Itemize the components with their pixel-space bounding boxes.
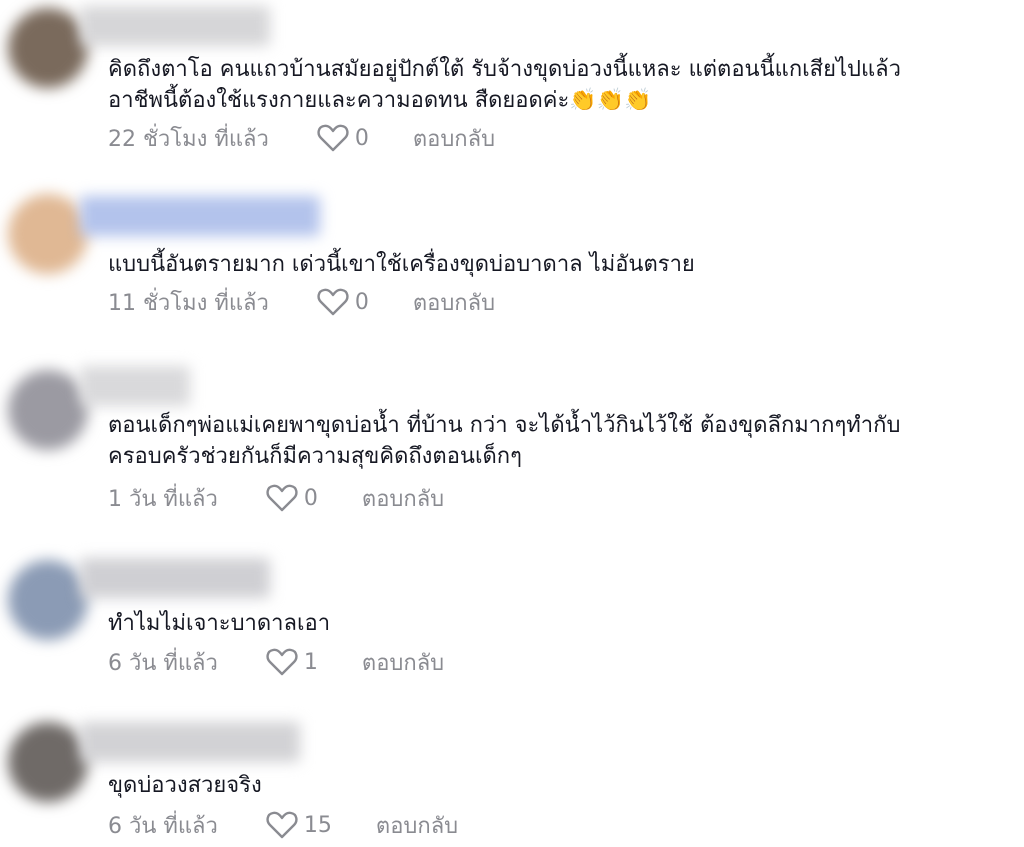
username-blurred[interactable] — [80, 722, 300, 762]
avatar[interactable] — [8, 560, 88, 640]
comment-meta: 11 ชั่วโมง ที่แล้ว 0 ตอบกลับ — [108, 287, 495, 317]
reply-button[interactable]: ตอบกลับ — [362, 481, 444, 516]
like-count: 15 — [303, 812, 332, 838]
comment-meta: 22 ชั่วโมง ที่แล้ว 0 ตอบกลับ — [108, 123, 495, 153]
username-blurred[interactable] — [80, 6, 270, 46]
like-button[interactable]: 1 — [266, 647, 362, 677]
like-button[interactable]: 0 — [317, 287, 413, 317]
avatar[interactable] — [8, 370, 88, 450]
username-blurred[interactable] — [80, 196, 320, 236]
username-blurred[interactable] — [80, 366, 190, 406]
comment-time: 11 ชั่วโมง ที่แล้ว — [108, 290, 269, 316]
avatar[interactable] — [8, 722, 88, 802]
like-count: 0 — [354, 289, 369, 315]
avatar[interactable] — [8, 8, 88, 88]
comment-time: 6 วัน ที่แล้ว — [108, 650, 218, 676]
comment-time: 22 ชั่วโมง ที่แล้ว — [108, 126, 269, 152]
like-button[interactable]: 0 — [266, 483, 362, 513]
comment-text: ขุดบ่อวงสวยจริง — [108, 773, 262, 798]
comment-meta: 1 วัน ที่แล้ว 0 ตอบกลับ — [108, 483, 444, 513]
comment-text: ทำไมไม่เจาะบาดาลเอา — [108, 611, 331, 636]
reply-button[interactable]: ตอบกลับ — [413, 285, 495, 320]
heart-icon — [266, 811, 298, 839]
like-count: 0 — [303, 485, 318, 511]
like-button[interactable]: 15 — [266, 810, 376, 840]
comment-meta: 6 วัน ที่แล้ว 15 ตอบกลับ — [108, 810, 458, 840]
comment-time: 6 วัน ที่แล้ว — [108, 813, 218, 839]
reply-button[interactable]: ตอบกลับ — [376, 808, 458, 843]
comment-meta: 6 วัน ที่แล้ว 1 ตอบกลับ — [108, 647, 444, 677]
comment-text: แบบนี้อันตรายมาก เด่วนี้เขาใช้เครื่องขุด… — [108, 252, 695, 277]
comment-text: ตอนเด็กๆพ่อแม่เคยพาขุดบ่อน้ำ ที่บ้าน กว่… — [108, 413, 901, 469]
username-blurred[interactable] — [80, 558, 270, 598]
avatar[interactable] — [8, 194, 88, 274]
like-count: 0 — [354, 125, 369, 151]
heart-icon — [317, 124, 349, 152]
comment-time: 1 วัน ที่แล้ว — [108, 486, 218, 512]
reply-button[interactable]: ตอบกลับ — [362, 645, 444, 680]
like-button[interactable]: 0 — [317, 123, 413, 153]
heart-icon — [266, 648, 298, 676]
like-count: 1 — [303, 649, 318, 675]
comment-text: คิดถึงตาโอ คนแถวบ้านสมัยอยู่ปักต์ใต้ รับ… — [108, 57, 902, 113]
reply-button[interactable]: ตอบกลับ — [413, 121, 495, 156]
heart-icon — [317, 288, 349, 316]
heart-icon — [266, 484, 298, 512]
